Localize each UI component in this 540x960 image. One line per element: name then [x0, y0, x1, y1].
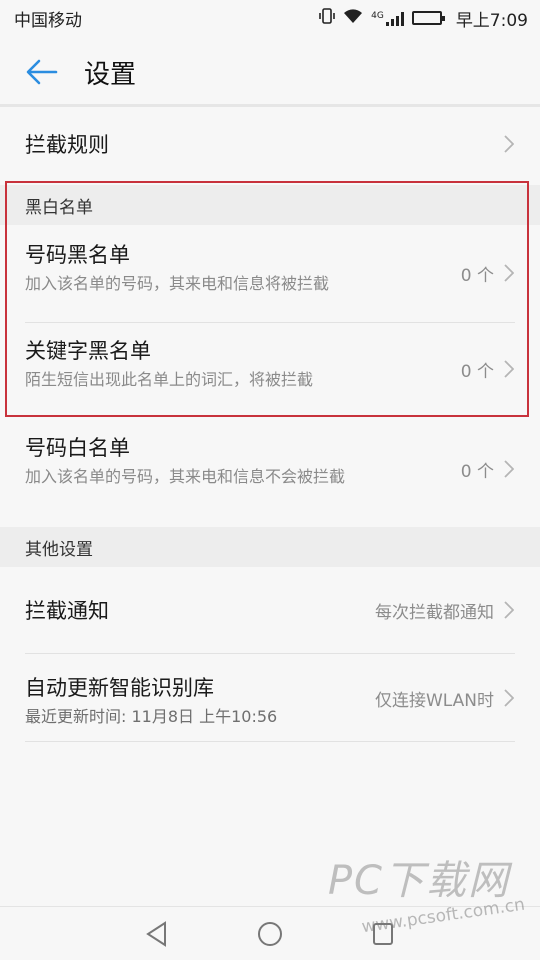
- wifi-icon: [343, 8, 363, 28]
- keyword-blacklist-count: 0 个: [460, 361, 494, 382]
- number-whitelist-row[interactable]: 号码白名单 加入该名单的号码，其来电和信息不会被拦截 0 个: [0, 420, 540, 518]
- number-blacklist-row[interactable]: 号码黑名单 加入该名单的号码，其来电和信息将被拦截 0 个: [0, 225, 540, 321]
- nav-recents-button[interactable]: [363, 914, 403, 954]
- carrier-label: 中国移动: [14, 10, 82, 31]
- signal-icon: 4G: [371, 11, 404, 26]
- auto-update-subtitle: 最近更新时间: 11月8日 上午10:56: [25, 707, 278, 726]
- blacklist-section-header: 黑白名单: [0, 185, 540, 225]
- intercept-rules-row[interactable]: 拦截规则: [0, 108, 540, 180]
- app-header: 设置: [0, 36, 540, 108]
- keyword-blacklist-title: 关键字黑名单: [25, 339, 151, 363]
- nav-home-button[interactable]: [250, 914, 290, 954]
- network-type-label: 4G: [371, 10, 384, 21]
- chevron-right-icon: [504, 601, 514, 619]
- circle-home-icon: [257, 921, 282, 946]
- navigation-bar: [0, 906, 540, 960]
- row-divider: [25, 741, 515, 742]
- keyword-blacklist-subtitle: 陌生短信出现此名单上的词汇，将被拦截: [25, 370, 314, 389]
- intercept-notify-title: 拦截通知: [25, 599, 109, 623]
- auto-update-value: 仅连接WLAN时: [374, 690, 494, 711]
- page-title: 设置: [84, 59, 137, 90]
- intercept-rules-label: 拦截规则: [25, 133, 109, 157]
- number-blacklist-title: 号码黑名单: [25, 243, 130, 267]
- number-whitelist-count: 0 个: [460, 461, 494, 482]
- battery-icon: [411, 11, 445, 25]
- back-arrow-icon: [26, 59, 58, 85]
- number-whitelist-title: 号码白名单: [25, 436, 130, 460]
- other-settings-section-header: 其他设置: [0, 527, 540, 567]
- triangle-back-icon: [145, 920, 166, 947]
- number-blacklist-count: 0 个: [460, 265, 494, 286]
- back-button[interactable]: [14, 44, 70, 100]
- status-time: 早上7:09: [455, 10, 528, 31]
- header-divider: [0, 104, 540, 107]
- watermark-brand: PC下载网: [327, 858, 510, 904]
- status-icons: 4G 早上7:09: [319, 6, 528, 31]
- chevron-right-icon: [504, 264, 514, 282]
- chevron-right-icon: [504, 689, 514, 707]
- vibrate-icon: [319, 8, 335, 28]
- intercept-notify-value: 每次拦截都通知: [375, 602, 494, 623]
- keyword-blacklist-row[interactable]: 关键字黑名单 陌生短信出现此名单上的词汇，将被拦截 0 个: [0, 323, 540, 415]
- auto-update-row[interactable]: 自动更新智能识别库 最近更新时间: 11月8日 上午10:56 仅连接WLAN时: [0, 654, 540, 742]
- chevron-right-icon: [504, 135, 514, 153]
- intercept-notify-row[interactable]: 拦截通知 每次拦截都通知: [0, 567, 540, 653]
- chevron-right-icon: [504, 460, 514, 478]
- status-bar: 中国移动 4G 早上7:09: [0, 0, 540, 36]
- number-blacklist-subtitle: 加入该名单的号码，其来电和信息将被拦截: [25, 274, 330, 293]
- chevron-right-icon: [504, 360, 514, 378]
- nav-back-button[interactable]: [137, 914, 177, 954]
- square-recents-icon: [373, 922, 394, 945]
- number-whitelist-subtitle: 加入该名单的号码，其来电和信息不会被拦截: [25, 467, 346, 486]
